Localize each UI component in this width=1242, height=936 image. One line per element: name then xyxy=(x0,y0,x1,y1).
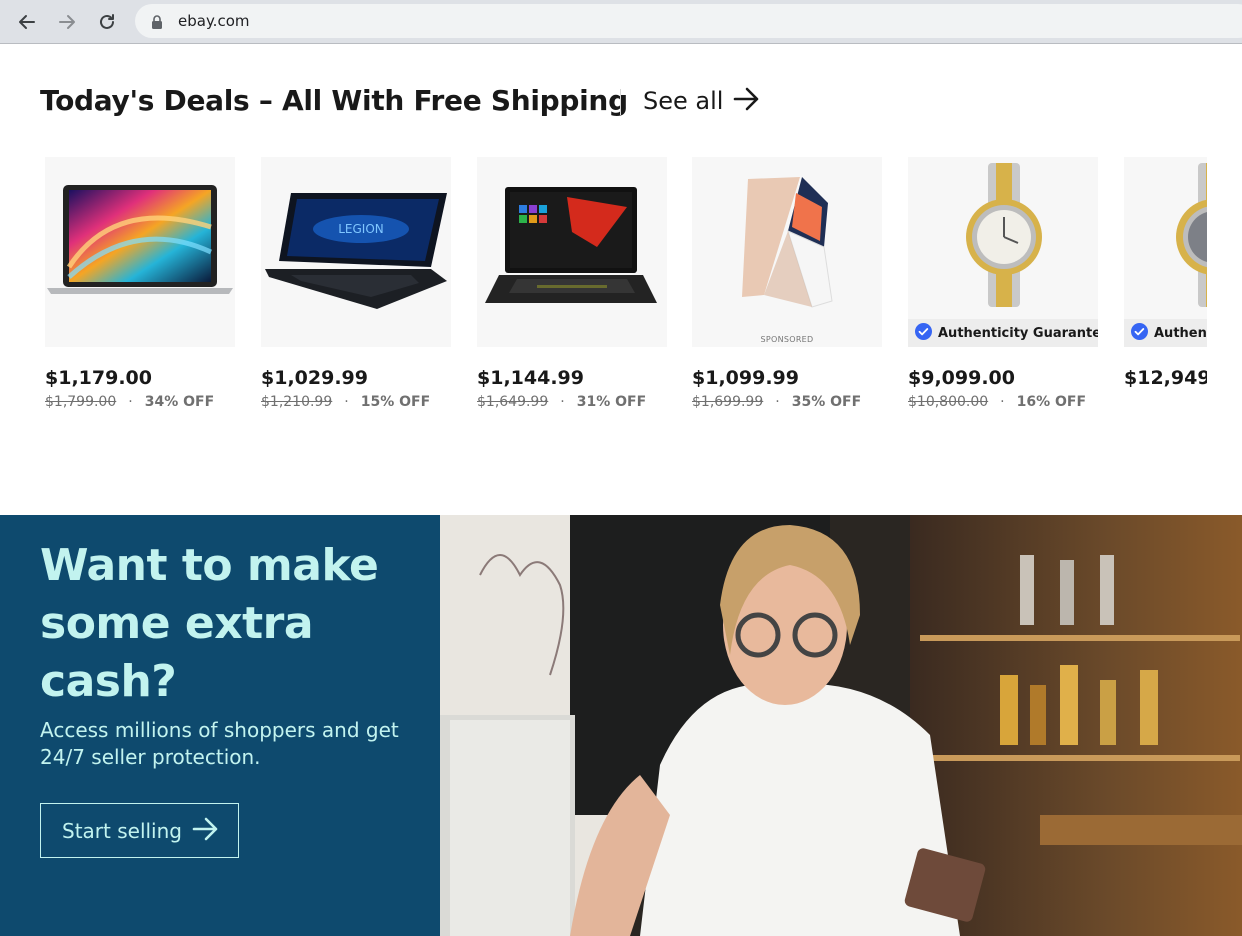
original-price: $1,699.99 xyxy=(692,394,764,410)
product-card[interactable]: $1,144.99 $1,649.99 · 31% OFF xyxy=(477,157,667,410)
sell-promo-banner: Want to make some extra cash? Access mil… xyxy=(0,515,440,936)
original-price: $1,210.99 xyxy=(261,394,333,410)
address-bar[interactable]: ebay.com xyxy=(135,4,1242,38)
product-price: $1,099.99 xyxy=(692,367,799,389)
discount-label: 35% OFF xyxy=(791,394,862,410)
lenovo-legion-laptop-icon: LEGION xyxy=(265,193,447,309)
price-details: $10,800.00 · 16% OFF xyxy=(908,394,1098,410)
see-all-link[interactable]: See all xyxy=(643,86,761,116)
sponsored-label: SPONSORED xyxy=(760,335,814,344)
authenticity-text: Authenticity Guarantee xyxy=(938,325,1098,341)
separator-dot: · xyxy=(560,394,565,410)
dell-xps-laptop-icon xyxy=(742,177,833,308)
arrow-right-icon xyxy=(733,86,761,116)
forward-arrow-icon[interactable] xyxy=(53,8,81,36)
sell-subtext: Access millions of shoppers and get 24/7… xyxy=(40,718,399,769)
url-text: ebay.com xyxy=(178,12,250,30)
reload-icon[interactable] xyxy=(93,8,121,36)
product-image[interactable]: SPONSORED xyxy=(692,157,882,347)
separator-dot: · xyxy=(775,394,780,410)
seller-photo xyxy=(440,515,1242,936)
price-details: $1,210.99 · 15% OFF xyxy=(261,394,451,410)
back-arrow-icon[interactable] xyxy=(13,8,41,36)
product-card[interactable]: SPONSORED $1,099.99 $1,699.99 · 35% OFF xyxy=(692,157,882,410)
hp-omen-laptop-icon xyxy=(485,187,657,303)
price-details: $1,649.99 · 31% OFF xyxy=(477,394,667,410)
discount-label: 15% OFF xyxy=(360,394,431,410)
product-price: $1,179.00 xyxy=(45,367,152,389)
woman-with-phone-image xyxy=(440,515,1242,936)
deals-section-title: Today's Deals – All With Free Shipping xyxy=(40,84,628,117)
price-details: $1,699.99 · 35% OFF xyxy=(692,394,882,410)
separator-dot: · xyxy=(128,394,133,410)
product-image[interactable] xyxy=(477,157,667,347)
product-card[interactable]: LEGION $1,029.99 $1,210.99 · 15% OFF xyxy=(261,157,451,410)
authenticity-badge: Authenti xyxy=(1124,319,1207,347)
verified-check-icon xyxy=(1131,322,1148,344)
original-price: $1,799.00 xyxy=(45,394,117,410)
start-selling-button[interactable]: Start selling xyxy=(40,803,239,858)
arrow-right-icon xyxy=(192,816,220,846)
macbook-laptop-icon xyxy=(47,185,233,294)
sell-heading: Want to make some extra cash? xyxy=(40,540,379,707)
product-card[interactable]: Authenticity Guarantee $9,099.00 $10,800… xyxy=(908,157,1098,410)
separator-dot: · xyxy=(1000,394,1005,410)
product-price: $1,144.99 xyxy=(477,367,584,389)
product-price: $9,099.00 xyxy=(908,367,1015,389)
start-selling-label: Start selling xyxy=(62,818,182,843)
verified-check-icon xyxy=(915,322,932,344)
deals-carousel: $1,179.00 $1,799.00 · 34% OFF LEGION $1,… xyxy=(0,157,1207,427)
discount-label: 34% OFF xyxy=(144,394,215,410)
product-price: $12,949.0 xyxy=(1124,367,1207,389)
price-details: $1,799.00 · 34% OFF xyxy=(45,394,235,410)
separator-dot: · xyxy=(344,394,349,410)
browser-toolbar: ebay.com xyxy=(0,0,1242,44)
authenticity-text: Authenti xyxy=(1154,325,1207,341)
product-image[interactable]: Authenti xyxy=(1124,157,1207,347)
original-price: $1,649.99 xyxy=(477,394,549,410)
svg-text:LEGION: LEGION xyxy=(338,222,384,236)
product-image[interactable]: Authenticity Guarantee xyxy=(908,157,1098,347)
title-divider xyxy=(620,89,621,115)
discount-label: 31% OFF xyxy=(576,394,647,410)
authenticity-badge: Authenticity Guarantee xyxy=(908,319,1098,347)
product-image[interactable] xyxy=(45,157,235,347)
lock-icon[interactable] xyxy=(151,14,163,33)
product-price: $1,029.99 xyxy=(261,367,368,389)
product-card[interactable]: Authenti $12,949.0 xyxy=(1124,157,1207,389)
original-price: $10,800.00 xyxy=(908,394,989,410)
discount-label: 16% OFF xyxy=(1016,394,1087,410)
see-all-label: See all xyxy=(643,87,724,115)
product-card[interactable]: $1,179.00 $1,799.00 · 34% OFF xyxy=(45,157,235,410)
product-image[interactable]: LEGION xyxy=(261,157,451,347)
